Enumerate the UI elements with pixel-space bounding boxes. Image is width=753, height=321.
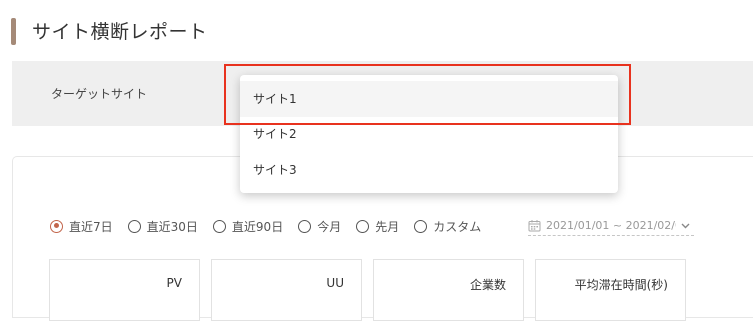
chevron-down-icon[interactable] [680, 220, 691, 231]
radio-button[interactable] [356, 219, 370, 233]
metric-card-uu: UU [211, 259, 362, 321]
period-option-30days[interactable]: 直近30日 [127, 218, 198, 235]
metric-label: 企業数 [469, 278, 506, 292]
radio-button[interactable] [212, 219, 226, 233]
radio-button[interactable] [50, 219, 63, 233]
target-site-dropdown: サイト1 サイト2 サイト3 [240, 75, 618, 193]
metric-card-companies: 企業数 [373, 259, 524, 321]
period-option-90days[interactable]: 直近90日 [212, 218, 284, 235]
dropdown-option-site-2[interactable]: サイト2 [240, 116, 618, 152]
metric-label: PV [166, 276, 182, 290]
radio-button[interactable] [127, 219, 141, 233]
date-range-value: 2021/01/01 ~ 2021/02/0 [546, 218, 676, 232]
metric-label: UU [326, 276, 344, 290]
dropdown-option-site-3[interactable]: サイト3 [240, 152, 618, 188]
page-title: サイト横断レポート [32, 21, 208, 43]
date-range-picker[interactable]: 2021/01/01 ~ 2021/02/0 [528, 215, 694, 236]
target-site-label: ターゲットサイト [51, 87, 148, 101]
period-option-this-month[interactable]: 今月 [298, 218, 341, 235]
metric-card-pv: PV [49, 259, 200, 321]
title-accent-bar [11, 18, 16, 45]
period-option-label: 直近90日 [231, 219, 284, 234]
metric-card-avg-stay: 平均滞在時間(秒) [535, 259, 686, 321]
period-option-label: 直近7日 [69, 219, 113, 234]
period-option-label: 直近30日 [146, 219, 198, 234]
period-option-7days[interactable]: 直近7日 [50, 218, 113, 235]
radio-button[interactable] [298, 219, 312, 233]
period-option-custom[interactable]: カスタム [414, 218, 481, 235]
calendar-icon [528, 219, 541, 231]
period-radio-group: 直近7日 直近30日 直近90日 今月 先月 カスタム [50, 215, 496, 237]
metric-label: 平均滞在時間(秒) [574, 278, 668, 292]
period-option-last-month[interactable]: 先月 [356, 218, 399, 235]
period-option-label: カスタム [433, 219, 482, 234]
period-option-label: 先月 [375, 219, 400, 234]
dropdown-option-site-1[interactable]: サイト1 [240, 81, 618, 117]
radio-button[interactable] [414, 219, 428, 233]
period-option-label: 今月 [317, 219, 342, 234]
